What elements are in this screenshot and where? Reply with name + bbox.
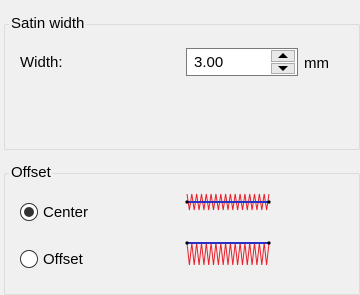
center-start-point (185, 200, 189, 204)
radio-selected-dot (24, 207, 34, 217)
increment-button[interactable] (271, 50, 295, 62)
radio-offset[interactable]: Offset (20, 250, 83, 268)
satin-width-group (4, 24, 360, 150)
offset-group (4, 173, 360, 295)
radio-offset-label: Offset (43, 250, 83, 268)
offset-zigzag (186, 242, 270, 266)
offset-end-point (267, 241, 271, 245)
decrement-button[interactable] (271, 62, 295, 74)
offset-stitch-preview-icon (185, 241, 271, 266)
satin-width-title: Satin width (9, 15, 87, 33)
radio-center[interactable]: Center (20, 203, 88, 221)
radio-offset-indicator[interactable] (20, 250, 38, 268)
center-stitch-preview-icon (185, 193, 271, 211)
offset-start-point (185, 241, 189, 245)
center-end-point (267, 200, 271, 204)
width-label: Width: (20, 54, 63, 71)
width-input[interactable] (187, 49, 271, 75)
radio-center-indicator[interactable] (20, 203, 38, 221)
offset-title: Offset (9, 164, 53, 182)
width-spinbox[interactable] (186, 48, 298, 76)
unit-label: mm (304, 55, 329, 72)
arrow-down-icon (278, 65, 288, 71)
radio-center-label: Center (43, 203, 89, 221)
arrow-up-icon (278, 53, 288, 59)
